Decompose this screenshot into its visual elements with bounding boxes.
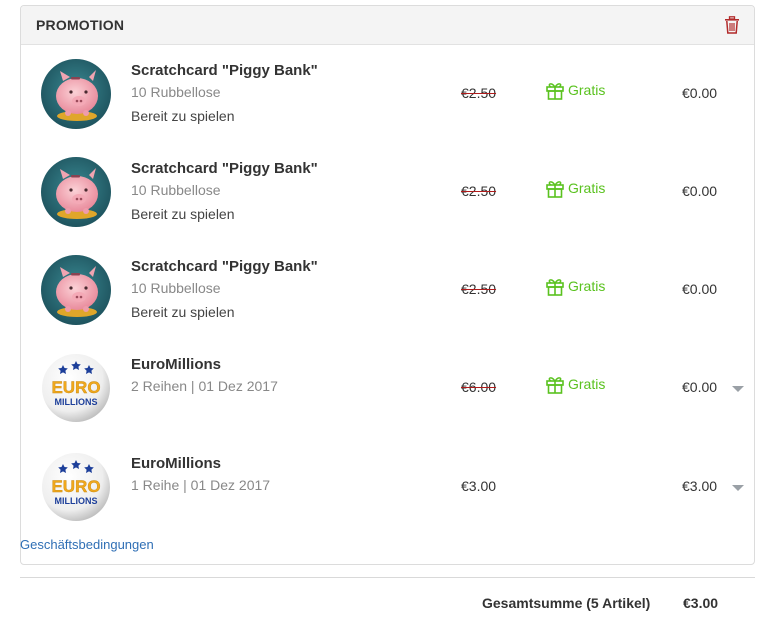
trash-icon[interactable] xyxy=(724,16,740,34)
piggy-bank-logo xyxy=(41,59,111,129)
cart-item: Scratchcard "Piggy Bank" 10 Rubbellose B… xyxy=(21,255,754,335)
gratis-badge: Gratis xyxy=(545,80,605,100)
total-value: €3.00 xyxy=(683,595,719,611)
item-name: Scratchcard "Piggy Bank" xyxy=(131,160,318,177)
item-subtitle: 10 Rubbellose xyxy=(131,280,221,296)
panel-title: PROMOTION xyxy=(36,17,125,33)
item-subtitle: 2 Reihen | 01 Dez 2017 xyxy=(131,378,278,394)
gratis-label: Gratis xyxy=(568,82,606,98)
cart-item: EURO MILLIONS EuroMillions 2 Reihen | 01… xyxy=(21,353,754,433)
gratis-label: Gratis xyxy=(568,278,606,294)
gratis-label: Gratis xyxy=(568,180,606,196)
item-status: Bereit zu spielen xyxy=(131,108,235,124)
item-subtitle: 1 Reihe | 01 Dez 2017 xyxy=(131,477,271,493)
final-price: €0.00 xyxy=(682,379,718,395)
panel-header: PROMOTION xyxy=(21,6,754,45)
item-name: EuroMillions xyxy=(131,455,221,472)
original-price: €2.50 xyxy=(461,85,497,101)
svg-text:EURO: EURO xyxy=(51,477,100,496)
cart-item: Scratchcard "Piggy Bank" 10 Rubbellose B… xyxy=(21,59,754,139)
cart-item: EURO MILLIONS EuroMillions 1 Reihe | 01 … xyxy=(21,452,754,532)
final-price: €0.00 xyxy=(682,85,718,101)
gratis-badge: Gratis xyxy=(545,276,605,296)
item-subtitle: 10 Rubbellose xyxy=(131,84,221,100)
item-subtitle: 10 Rubbellose xyxy=(131,182,221,198)
item-status: Bereit zu spielen xyxy=(131,206,235,222)
piggy-bank-logo xyxy=(41,157,111,227)
item-status: Bereit zu spielen xyxy=(131,304,235,320)
gift-icon xyxy=(546,377,564,394)
item-name: Scratchcard "Piggy Bank" xyxy=(131,62,318,79)
final-price: €0.00 xyxy=(682,281,718,297)
cart-item: Scratchcard "Piggy Bank" 10 Rubbellose B… xyxy=(21,157,754,237)
gift-icon xyxy=(546,279,564,296)
chevron-down-icon[interactable] xyxy=(732,485,744,491)
svg-text:MILLIONS: MILLIONS xyxy=(55,397,98,407)
gift-icon xyxy=(546,83,564,100)
item-name: Scratchcard "Piggy Bank" xyxy=(131,258,318,275)
item-price: €3.00 xyxy=(461,478,497,494)
gift-icon xyxy=(546,181,564,198)
chevron-down-icon[interactable] xyxy=(732,386,744,392)
svg-text:EURO: EURO xyxy=(51,378,100,397)
gratis-badge: Gratis xyxy=(545,374,605,394)
gratis-badge: Gratis xyxy=(545,178,605,198)
item-name: EuroMillions xyxy=(131,356,221,373)
original-price: €6.00 xyxy=(461,379,497,395)
euromillions-logo: EURO MILLIONS xyxy=(42,453,110,521)
promotion-panel: PROMOTION Scratchcard "Piggy Bank" 10 Ru… xyxy=(20,5,755,565)
svg-text:MILLIONS: MILLIONS xyxy=(55,496,98,506)
original-price: €2.50 xyxy=(461,281,497,297)
gratis-label: Gratis xyxy=(568,376,606,392)
final-price: €0.00 xyxy=(682,183,718,199)
terms-link[interactable]: Geschäftsbedingungen xyxy=(20,537,154,552)
final-price: €3.00 xyxy=(682,478,718,494)
euromillions-logo: EURO MILLIONS xyxy=(42,354,110,422)
total-label: Gesamtsumme (5 Artikel) xyxy=(482,595,651,611)
original-price: €2.50 xyxy=(461,183,497,199)
divider xyxy=(20,577,755,578)
piggy-bank-logo xyxy=(41,255,111,325)
